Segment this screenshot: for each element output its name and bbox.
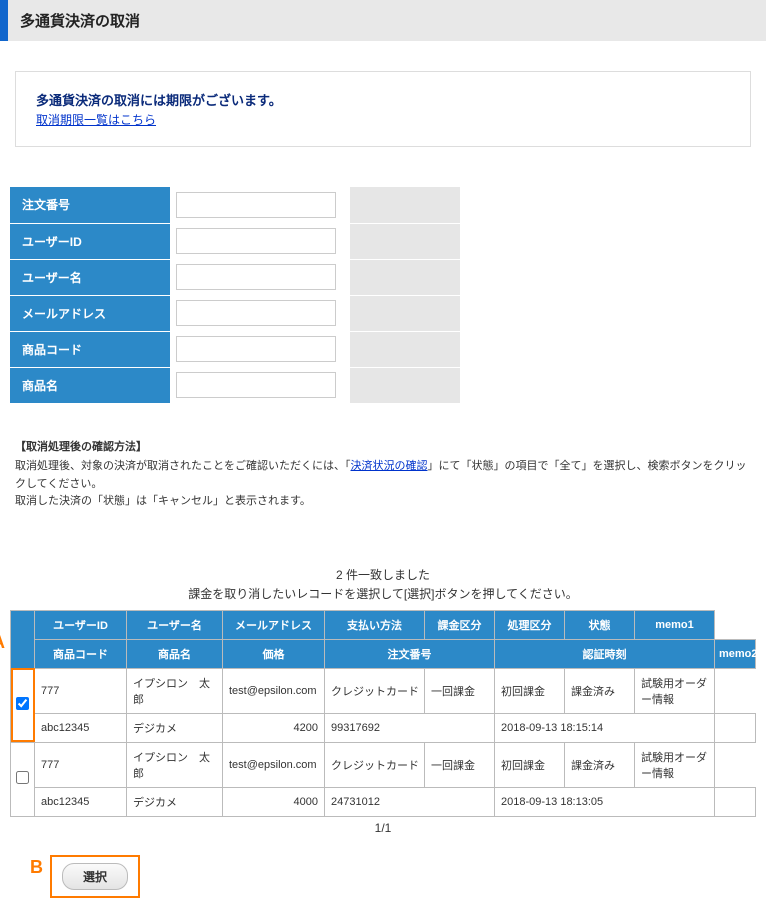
- settlement-status-link[interactable]: 決済状況の確認: [351, 460, 428, 472]
- cell-auth-time: 2018-09-13 18:15:14: [495, 713, 715, 742]
- result-count: 2 件一致しました: [0, 566, 766, 583]
- mail-input[interactable]: [176, 300, 336, 326]
- user-id-label: ユーザーID: [10, 223, 170, 259]
- cell-process-type: 初回課金: [495, 742, 565, 787]
- cell-pay-method: クレジットカード: [325, 742, 425, 787]
- page-title: 多通貨決済の取消: [0, 0, 766, 41]
- th-price: 価格: [223, 639, 325, 668]
- notice-box: 多通貨決済の取消には期限がございます。 取消期限一覧はこちら: [15, 71, 751, 147]
- user-name-input[interactable]: [176, 264, 336, 290]
- th-product-name: 商品名: [127, 639, 223, 668]
- search-form-pad: [350, 223, 460, 259]
- search-form-pad: [350, 367, 460, 403]
- cell-memo2: [715, 787, 756, 816]
- cell-product-name: デジカメ: [127, 713, 223, 742]
- results-table: ユーザーID ユーザー名 メールアドレス 支払い方法 課金区分 処理区分 状態 …: [10, 610, 756, 817]
- cell-price: 4200: [223, 713, 325, 742]
- search-form-pad: [350, 259, 460, 295]
- record-checkbox-cell: [11, 668, 35, 742]
- cell-charge-type: 一回課金: [425, 668, 495, 713]
- search-form: 注文番号 ユーザーID ユーザー名 メールアドレス 商品コード 商品名: [10, 187, 460, 404]
- cell-order-no: 24731012: [325, 787, 495, 816]
- th-user-name: ユーザー名: [127, 610, 223, 639]
- cell-user-id: 777: [35, 668, 127, 713]
- record-checkbox-cell: [11, 742, 35, 816]
- th-order-no: 注文番号: [325, 639, 495, 668]
- th-product-code: 商品コード: [35, 639, 127, 668]
- search-form-pad: [350, 331, 460, 367]
- cell-mail: test@epsilon.com: [223, 668, 325, 713]
- cell-user-name: イプシロン 太郎: [127, 668, 223, 713]
- cell-memo1: 試験用オーダー情報: [635, 742, 715, 787]
- result-hint: 課金を取り消したいレコードを選択して[選択]ボタンを押してください。: [0, 585, 766, 602]
- cell-memo2: [715, 713, 756, 742]
- pager: 1/1: [0, 821, 766, 835]
- cell-product-code: abc12345: [35, 787, 127, 816]
- th-charge-type: 課金区分: [425, 610, 495, 639]
- th-status: 状態: [565, 610, 635, 639]
- cell-price: 4000: [223, 787, 325, 816]
- cell-pay-method: クレジットカード: [325, 668, 425, 713]
- cell-status: 課金済み: [565, 668, 635, 713]
- cell-product-code: abc12345: [35, 713, 127, 742]
- th-pay-method: 支払い方法: [325, 610, 425, 639]
- th-blank: [11, 610, 35, 668]
- cell-user-name: イプシロン 太郎: [127, 742, 223, 787]
- instructions-title: 【取消処理後の確認方法】: [15, 439, 751, 457]
- cell-product-name: デジカメ: [127, 787, 223, 816]
- annotation-b: B: [30, 857, 43, 878]
- th-memo2: memo2: [715, 639, 756, 668]
- order-number-label: 注文番号: [10, 187, 170, 223]
- th-memo1: memo1: [635, 610, 715, 639]
- cell-mail: test@epsilon.com: [223, 742, 325, 787]
- cell-memo1: 試験用オーダー情報: [635, 668, 715, 713]
- select-button[interactable]: 選択: [62, 863, 128, 890]
- product-code-input[interactable]: [176, 336, 336, 362]
- cell-order-no: 99317692: [325, 713, 495, 742]
- record-checkbox[interactable]: [16, 771, 29, 784]
- th-mail: メールアドレス: [223, 610, 325, 639]
- cell-charge-type: 一回課金: [425, 742, 495, 787]
- mail-label: メールアドレス: [10, 295, 170, 331]
- record-checkbox[interactable]: [16, 697, 29, 710]
- notice-title: 多通貨決済の取消には期限がございます。: [36, 90, 730, 109]
- cell-status: 課金済み: [565, 742, 635, 787]
- cancellation-deadline-link[interactable]: 取消期限一覧はこちら: [36, 113, 156, 127]
- order-number-input[interactable]: [176, 192, 336, 218]
- search-form-pad: [350, 295, 460, 331]
- annotation-a: A: [0, 632, 5, 653]
- product-name-input[interactable]: [176, 372, 336, 398]
- th-user-id: ユーザーID: [35, 610, 127, 639]
- instructions-line2: 取消した決済の「状態」は「キャンセル」と表示されます。: [15, 493, 751, 511]
- cell-process-type: 初回課金: [495, 668, 565, 713]
- user-name-label: ユーザー名: [10, 259, 170, 295]
- th-auth-time: 認証時刻: [495, 639, 715, 668]
- th-process-type: 処理区分: [495, 610, 565, 639]
- product-code-label: 商品コード: [10, 331, 170, 367]
- user-id-input[interactable]: [176, 228, 336, 254]
- instructions: 【取消処理後の確認方法】 取消処理後、対象の決済が取消されたことをご確認いただく…: [15, 439, 751, 511]
- instructions-line1: 取消処理後、対象の決済が取消されたことをご確認いただくには、「決済状況の確認」に…: [15, 458, 751, 493]
- cell-auth-time: 2018-09-13 18:13:05: [495, 787, 715, 816]
- product-name-label: 商品名: [10, 367, 170, 403]
- cell-user-id: 777: [35, 742, 127, 787]
- search-form-pad: [350, 187, 460, 223]
